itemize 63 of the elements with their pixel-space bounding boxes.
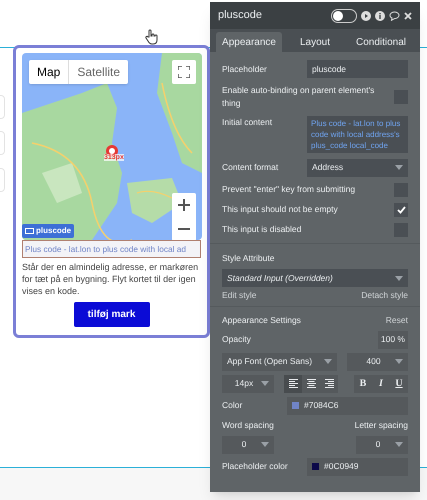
text-style-button[interactable]: I: [372, 374, 390, 393]
placeholder-color-field[interactable]: #0C0949: [307, 458, 408, 476]
add-mark-button[interactable]: tilføj mark: [74, 302, 150, 327]
help-text: Står der en almindelig adresse, er markøren for tæt på en bygning. Flyt kortet til der igen vises en kode.: [22, 261, 200, 297]
tab[interactable]: Layout: [282, 32, 348, 52]
detach-style-link[interactable]: Detach style: [361, 289, 408, 302]
content-format-dropdown[interactable]: Address: [307, 158, 408, 176]
reset-link[interactable]: Reset: [386, 314, 408, 327]
checkbox-label: This input should not be empty: [222, 203, 338, 216]
comment-icon[interactable]: [389, 10, 400, 20]
style-dropdown[interactable]: Standard Input (Overridden): [222, 269, 408, 288]
element-tag: pluscode: [22, 224, 74, 238]
caret-icon: [395, 165, 403, 170]
align-center-icon: [306, 379, 316, 388]
caret-icon: [261, 381, 269, 386]
zoom-in-icon[interactable]: [178, 199, 190, 211]
close-icon[interactable]: [404, 12, 412, 20]
pluscode-input[interactable]: Plus code - lat.lon to plus code with local ad: [22, 240, 201, 258]
font-size-dropdown[interactable]: 14px: [222, 374, 274, 393]
color-field[interactable]: #7084C6: [287, 396, 408, 415]
panel-title: pluscode: [218, 8, 262, 24]
tag-icon: [25, 228, 34, 234]
placeholder-field[interactable]: pluscode: [307, 60, 408, 78]
field-label: Placeholder color: [222, 460, 288, 473]
opacity-field[interactable]: 100 %: [378, 330, 408, 349]
field-label: Color: [222, 399, 242, 412]
info-icon[interactable]: [375, 10, 385, 20]
caret-icon: [394, 442, 403, 447]
letter-spacing-dropdown[interactable]: 0: [356, 436, 408, 454]
map-type-tab[interactable]: Map: [29, 60, 68, 84]
field-label: Letter spacing: [354, 418, 408, 432]
word-spacing-dropdown[interactable]: 0: [222, 436, 274, 454]
caret-icon: [260, 442, 269, 447]
checkbox[interactable]: [394, 202, 408, 216]
section-label: Appearance Settings: [222, 314, 301, 327]
field-label: Content format: [222, 161, 278, 174]
tab[interactable]: Appearance: [216, 32, 282, 52]
field-label: Placeholder: [222, 62, 267, 76]
align-right-icon: [324, 379, 334, 388]
initial-content-field[interactable]: Plus code - lat.lon to plus code with local address's plus_code local_code: [307, 116, 408, 152]
play-icon[interactable]: [361, 10, 371, 20]
toggle-switch[interactable]: [331, 8, 357, 22]
caret-icon: [395, 359, 403, 364]
fullscreen-icon: [178, 66, 190, 78]
field-label: Word spacing: [222, 418, 274, 432]
caret-icon: [395, 276, 403, 281]
caret-icon: [324, 359, 332, 364]
text-style-button[interactable]: B: [354, 374, 372, 393]
align-left-icon: [288, 379, 298, 388]
map-type-tab[interactable]: Satellite: [68, 60, 128, 84]
fullscreen-button[interactable]: [172, 60, 196, 84]
weight-dropdown[interactable]: 400: [347, 352, 408, 371]
checkbox-label: Enable auto-binding on parent element's thing: [222, 84, 376, 110]
text-style-button[interactable]: U: [390, 374, 408, 393]
font-dropdown[interactable]: App Font (Open Sans): [222, 352, 337, 371]
field-label: Opacity: [222, 333, 251, 346]
align-left-button[interactable]: [284, 374, 302, 393]
tab[interactable]: Conditional: [348, 32, 414, 52]
field-label: Initial content: [222, 116, 272, 128]
checkbox-label: Prevent "enter" key from submitting: [222, 183, 356, 196]
edit-style-link[interactable]: Edit style: [222, 289, 256, 302]
checkbox-label: This input is disabled: [222, 223, 302, 236]
section-label: Style Attribute: [222, 252, 276, 264]
